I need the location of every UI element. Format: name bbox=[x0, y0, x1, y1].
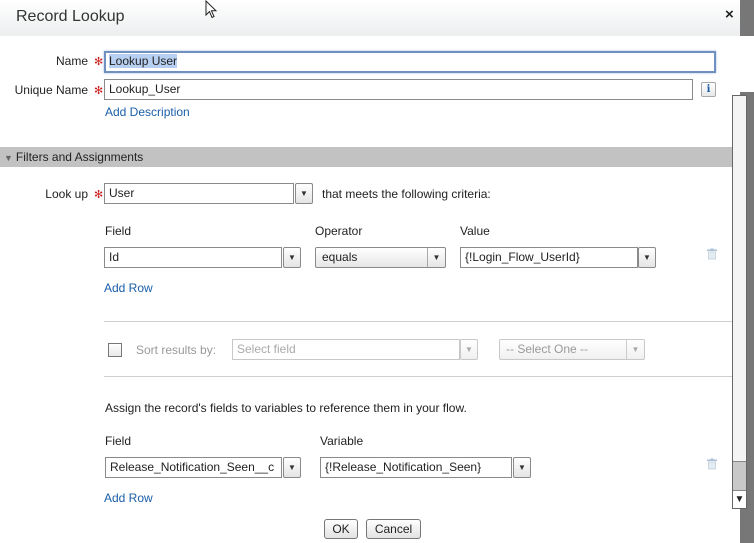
assignment-header-field: Field bbox=[105, 434, 132, 448]
sort-checkbox[interactable] bbox=[108, 343, 122, 357]
assignment-variable-dropdown-button[interactable]: ▼ bbox=[513, 457, 531, 478]
divider bbox=[104, 321, 732, 322]
unique-name-label: Unique Name bbox=[14, 83, 88, 97]
chevron-down-icon: ▼ bbox=[427, 248, 445, 267]
required-icon: ✻ bbox=[94, 189, 104, 201]
filter-value-dropdown-button[interactable]: ▼ bbox=[638, 247, 656, 268]
filter-field-input[interactable]: Id bbox=[104, 247, 282, 268]
sort-order-value: -- Select One -- bbox=[506, 342, 589, 356]
collapse-triangle-icon[interactable]: ▼ bbox=[4, 153, 13, 163]
sort-field-dropdown-button[interactable]: ▼ bbox=[460, 339, 478, 360]
section-title: Filters and Assignments bbox=[15, 150, 144, 164]
assignment-add-row-link[interactable]: Add Row bbox=[104, 491, 153, 505]
unique-name-input[interactable]: Lookup_User bbox=[104, 79, 693, 100]
assignment-field-input[interactable]: Release_Notification_Seen__c bbox=[105, 457, 282, 478]
scroll-down-arrow-icon[interactable]: ▼ bbox=[733, 491, 746, 508]
filter-operator-value: equals bbox=[322, 250, 358, 264]
add-description-link[interactable]: Add Description bbox=[105, 105, 190, 119]
lookup-dropdown-button[interactable]: ▼ bbox=[295, 183, 313, 204]
required-icon: ✻ bbox=[94, 56, 104, 68]
assignment-variable-input[interactable]: {!Release_Notification_Seen} bbox=[320, 457, 512, 478]
close-icon[interactable]: × bbox=[725, 6, 734, 23]
filter-header-operator: Operator bbox=[315, 224, 363, 238]
delete-filter-trash-icon[interactable] bbox=[706, 248, 718, 260]
sort-field-input[interactable]: Select field bbox=[232, 339, 460, 360]
assignments-intro: Assign the record's fields to variables … bbox=[105, 401, 467, 415]
sort-label: Sort results by: bbox=[136, 343, 217, 357]
filter-header-field: Field bbox=[105, 224, 132, 238]
filter-value-input[interactable]: {!Login_Flow_UserId} bbox=[460, 247, 638, 268]
sort-order-select[interactable]: -- Select One -- ▼ bbox=[499, 339, 645, 360]
divider bbox=[104, 376, 732, 377]
assignment-field-dropdown-button[interactable]: ▼ bbox=[283, 457, 301, 478]
cancel-button[interactable]: Cancel bbox=[366, 519, 421, 539]
name-label: Name bbox=[55, 54, 88, 68]
ok-button[interactable]: OK bbox=[324, 519, 358, 539]
lookup-object-input[interactable]: User bbox=[104, 183, 294, 204]
filter-field-dropdown-button[interactable]: ▼ bbox=[283, 247, 301, 268]
dialog-header: Record Lookup × bbox=[0, 0, 740, 36]
scrollbar[interactable]: ▼ bbox=[732, 95, 747, 509]
name-value: Lookup User bbox=[109, 54, 178, 68]
filter-operator-select[interactable]: equals ▼ bbox=[315, 247, 446, 268]
name-input[interactable]: Lookup User bbox=[104, 51, 716, 73]
delete-assignment-trash-icon[interactable] bbox=[706, 458, 718, 470]
filter-add-row-link[interactable]: Add Row bbox=[104, 281, 153, 295]
assignment-header-variable: Variable bbox=[320, 434, 364, 448]
section-filters-and-assignments[interactable]: ▼ Filters and Assignments bbox=[0, 147, 732, 167]
info-icon[interactable]: i bbox=[701, 82, 716, 97]
filter-header-value: Value bbox=[460, 224, 490, 238]
mouse-cursor-icon bbox=[205, 0, 218, 19]
lookup-label: Look up bbox=[45, 187, 88, 201]
required-icon: ✻ bbox=[94, 85, 104, 97]
dialog-title: Record Lookup bbox=[16, 8, 125, 25]
scrollbar-thumb[interactable] bbox=[733, 461, 746, 491]
lookup-criteria-text: that meets the following criteria: bbox=[322, 187, 491, 201]
chevron-down-icon: ▼ bbox=[626, 340, 644, 359]
